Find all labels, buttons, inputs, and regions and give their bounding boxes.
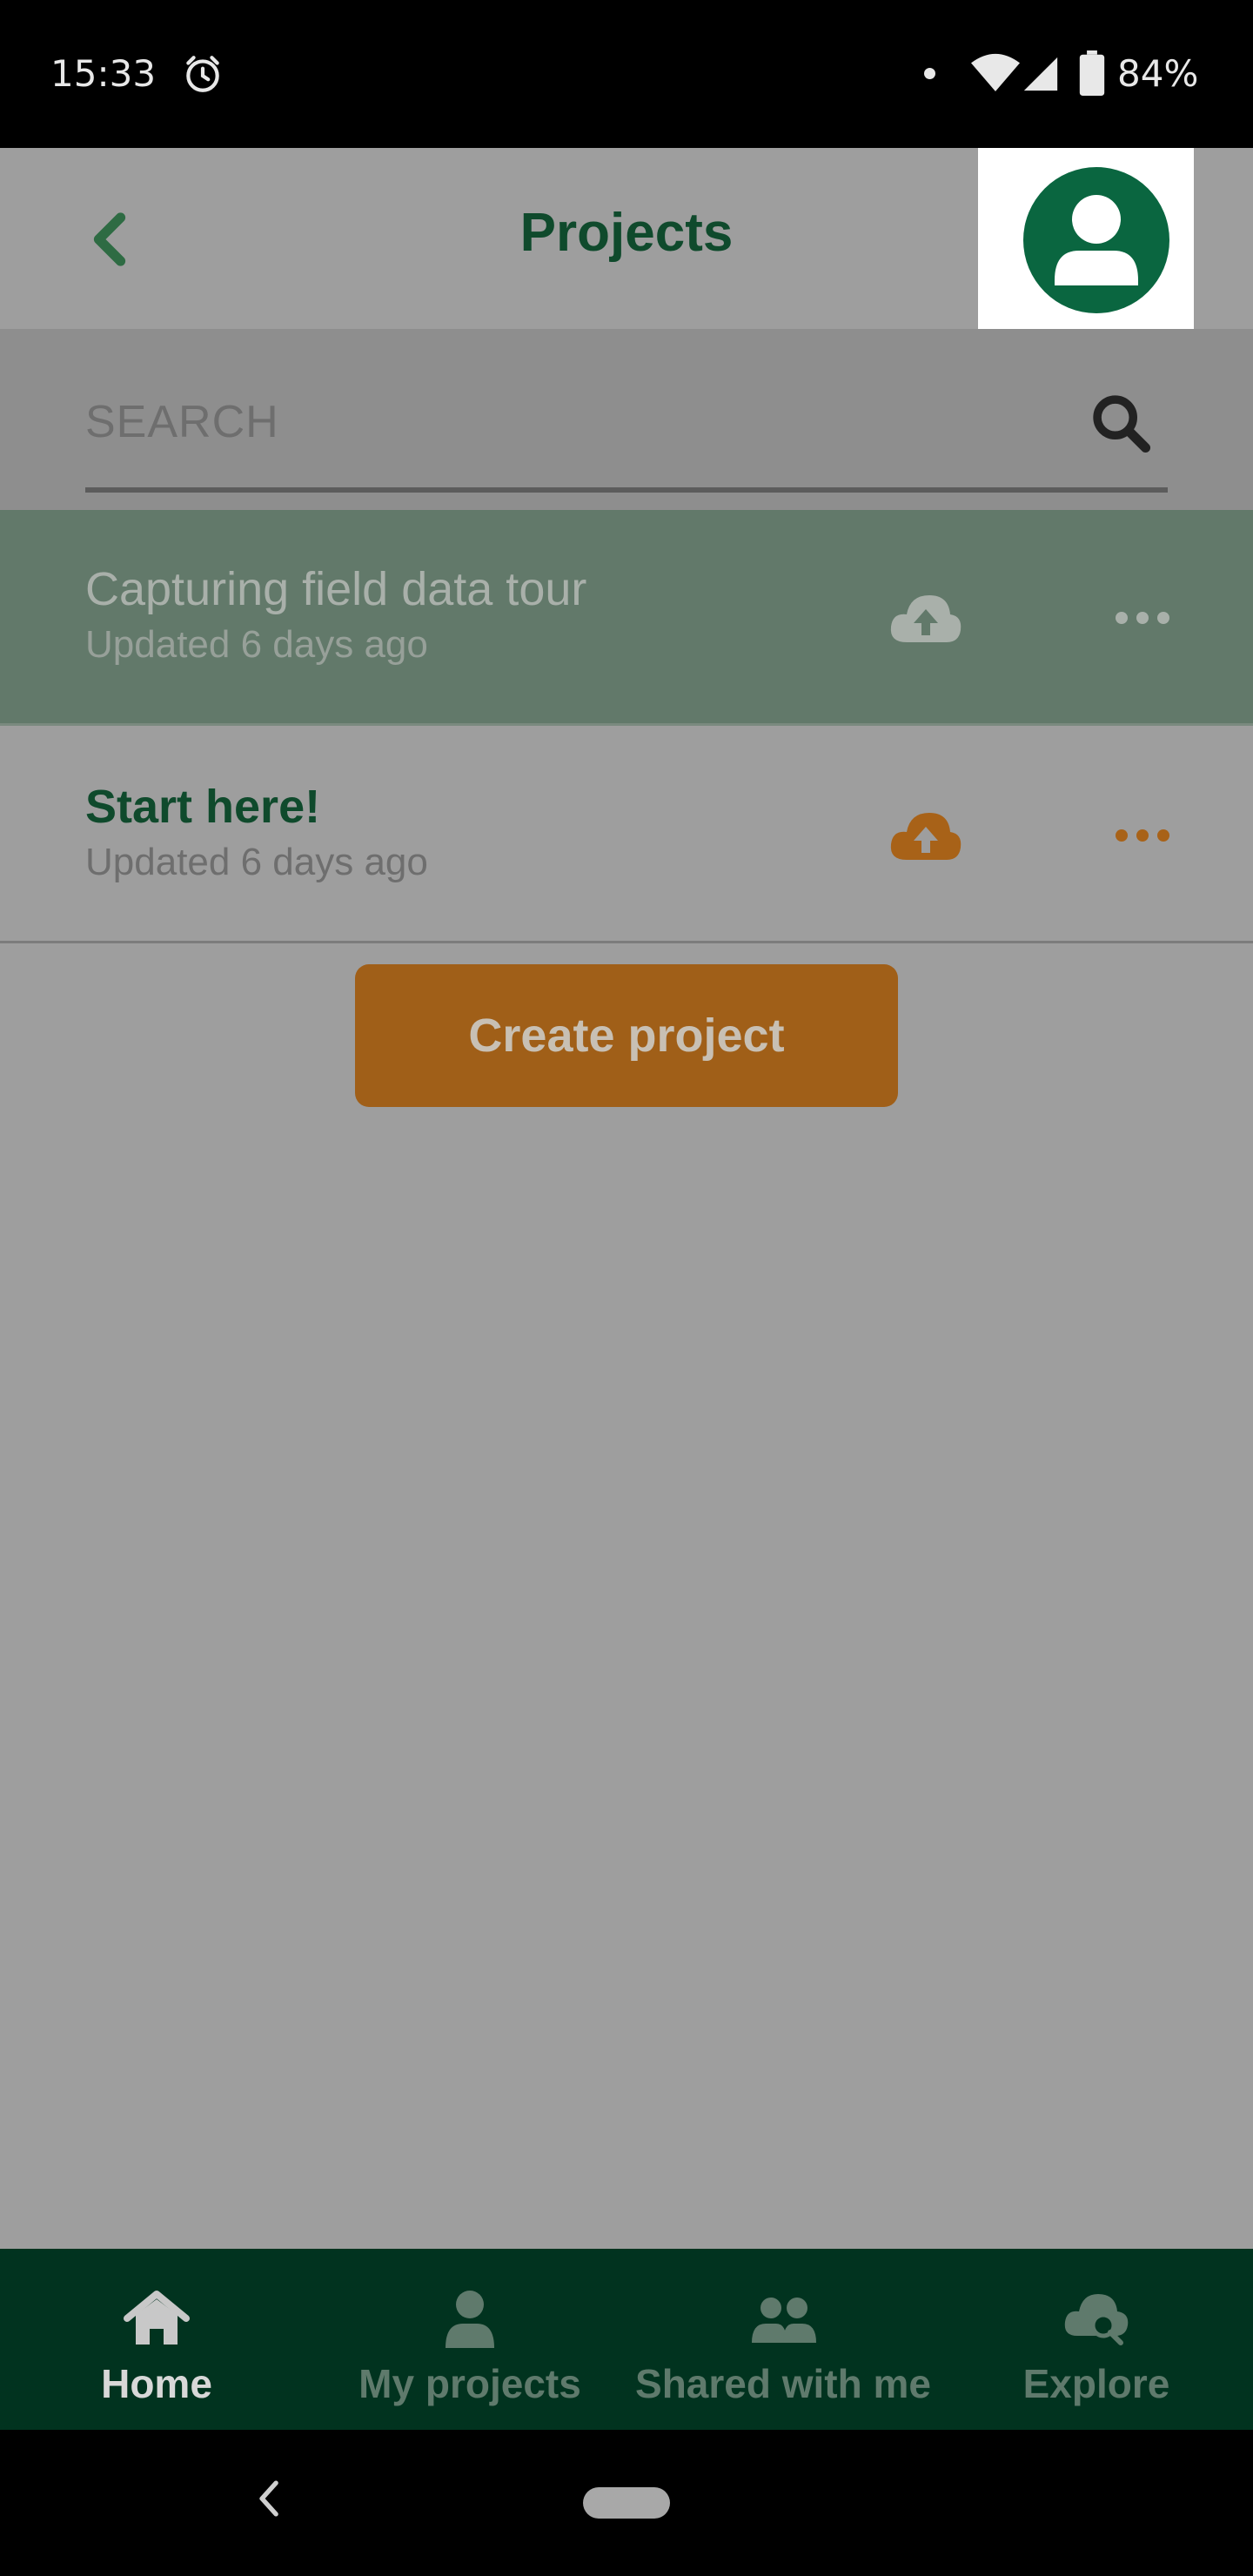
project-name: Capturing field data tour	[85, 563, 587, 615]
project-list-item[interactable]: Capturing field data tour Updated 6 days…	[0, 510, 1253, 726]
nav-item-home[interactable]: Home	[0, 2249, 313, 2430]
user-icon	[446, 2291, 494, 2348]
project-name: Start here!	[85, 781, 321, 833]
create-project-button[interactable]: Create project	[355, 964, 898, 1107]
nav-label: My projects	[358, 2361, 581, 2406]
users-icon	[752, 2298, 816, 2343]
home-icon	[124, 2291, 190, 2345]
project-updated: Updated 6 days ago	[85, 841, 428, 883]
nav-item-shared-with-me[interactable]: Shared with me	[626, 2249, 940, 2430]
more-horizontal-icon[interactable]	[1114, 818, 1171, 853]
cell-signal-icon	[1023, 57, 1058, 91]
search-bar	[0, 329, 1253, 510]
system-back-icon[interactable]	[252, 2477, 287, 2520]
project-list-item[interactable]: Start here! Updated 6 days ago	[0, 728, 1253, 943]
more-horizontal-icon[interactable]	[1114, 600, 1171, 635]
project-updated: Updated 6 days ago	[85, 623, 428, 666]
search-icon[interactable]	[1088, 390, 1154, 456]
notification-dot-icon	[924, 68, 935, 79]
bottom-navigation: Home My projects Shared with me Explore	[0, 2249, 1253, 2430]
battery-percentage: 84%	[1117, 52, 1199, 95]
nav-item-my-projects[interactable]: My projects	[313, 2249, 626, 2430]
system-navigation-bar	[0, 2430, 1253, 2576]
nav-label: Explore	[1022, 2361, 1170, 2406]
status-bar: 15:33 84%	[0, 0, 1253, 148]
battery-icon	[1079, 50, 1105, 96]
cloud-upload-icon[interactable]	[889, 808, 962, 863]
system-home-pill[interactable]	[583, 2487, 670, 2519]
alarm-icon	[186, 56, 219, 92]
search-underline	[85, 487, 1168, 493]
user-avatar-icon	[1055, 195, 1138, 285]
cloud-upload-icon[interactable]	[889, 590, 962, 646]
nav-label: Shared with me	[635, 2361, 931, 2406]
search-input[interactable]	[85, 392, 1025, 453]
cloud-search-icon	[1064, 2294, 1129, 2345]
wifi-icon	[971, 53, 1020, 91]
status-time: 15:33	[50, 52, 157, 95]
nav-label: Home	[101, 2361, 212, 2406]
profile-button-highlight[interactable]	[978, 148, 1194, 341]
app-header: Projects	[0, 148, 1253, 341]
nav-item-explore[interactable]: Explore	[940, 2249, 1253, 2430]
profile-button[interactable]	[1023, 167, 1169, 313]
